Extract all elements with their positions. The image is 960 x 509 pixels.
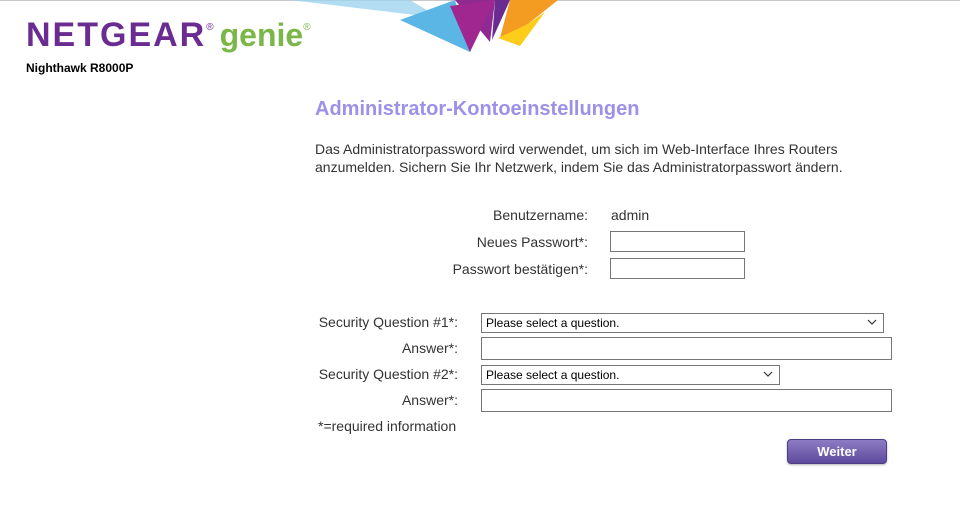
confirm-password-label: Passwort bestätigen*: [452,261,588,277]
answer-2-field[interactable] [481,389,892,412]
answer-1-label: Answer*: [401,340,458,356]
brand-registered-mark: ® [206,22,214,33]
chevron-down-icon [763,371,773,377]
answer-1-field[interactable] [481,337,892,360]
netgear-genie-logo: NETGEAR® genie® [26,16,311,60]
new-password-label: Neues Passwort*: [476,234,588,250]
security-question-2-label: Security Question #2*: [318,366,458,382]
security-question-1-selected: Please select a question. [486,316,620,330]
username-value: admin [611,207,650,223]
answer-2-label: Answer*: [401,392,458,408]
chevron-down-icon [867,319,877,325]
page-title: Administrator-Kontoeinstellungen [315,98,640,120]
new-password-field[interactable] [610,231,745,252]
required-info-note: *=required information [318,418,457,434]
security-question-1-select[interactable]: Please select a question. [481,313,884,333]
brand-name: NETGEAR [26,16,207,54]
security-question-2-selected: Please select a question. [486,368,620,382]
decorative-banner-graphic [290,0,558,52]
next-button[interactable]: Weiter [787,439,887,464]
security-question-2-select[interactable]: Please select a question. [481,365,780,385]
security-question-1-label: Security Question #1*: [318,314,458,330]
username-label: Benutzername: [493,207,588,223]
router-model: Nighthawk R8000P [26,61,134,75]
confirm-password-field[interactable] [610,258,745,279]
page-description: Das Administratorpassword wird verwendet… [315,141,843,175]
